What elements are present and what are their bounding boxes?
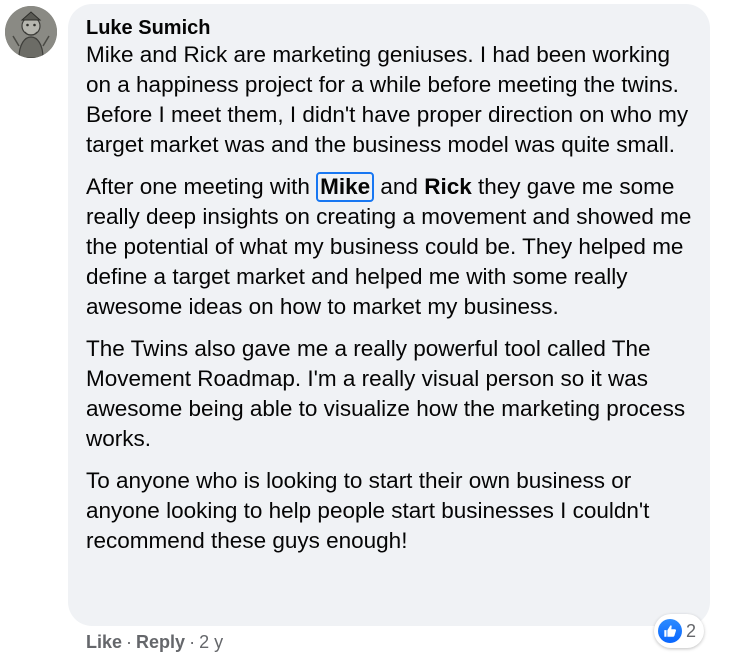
comment-paragraph-2: After one meeting with Mike and Rick the… <box>86 172 698 322</box>
reply-button[interactable]: Reply <box>136 632 185 652</box>
comment-paragraph-1: Mike and Rick are marketing geniuses. I … <box>86 42 689 157</box>
comment-timestamp[interactable]: 2 y <box>199 632 223 652</box>
comment-paragraph-4: To anyone who is looking to start their … <box>86 468 650 553</box>
avatar[interactable] <box>5 6 57 58</box>
separator: · <box>126 632 133 652</box>
comment-text: and <box>374 174 425 199</box>
comment-text: After one meeting with <box>86 174 317 199</box>
mention-mike[interactable]: Mike <box>316 172 375 202</box>
separator: · <box>189 632 196 652</box>
comment-paragraph-3: The Twins also gave me a really powerful… <box>86 336 686 451</box>
like-icon <box>658 619 682 643</box>
reaction-summary[interactable]: 2 <box>654 614 705 648</box>
like-button[interactable]: Like <box>86 632 122 652</box>
comment-bubble: Luke Sumich Mike and Rick are marketing … <box>68 4 710 626</box>
reaction-count: 2 <box>686 621 697 641</box>
mention-rick[interactable]: Rick <box>424 174 472 199</box>
avatar-image <box>5 6 57 58</box>
comment-actions: Like · Reply · 2 y <box>86 630 223 654</box>
comment-author[interactable]: Luke Sumich <box>86 16 210 40</box>
